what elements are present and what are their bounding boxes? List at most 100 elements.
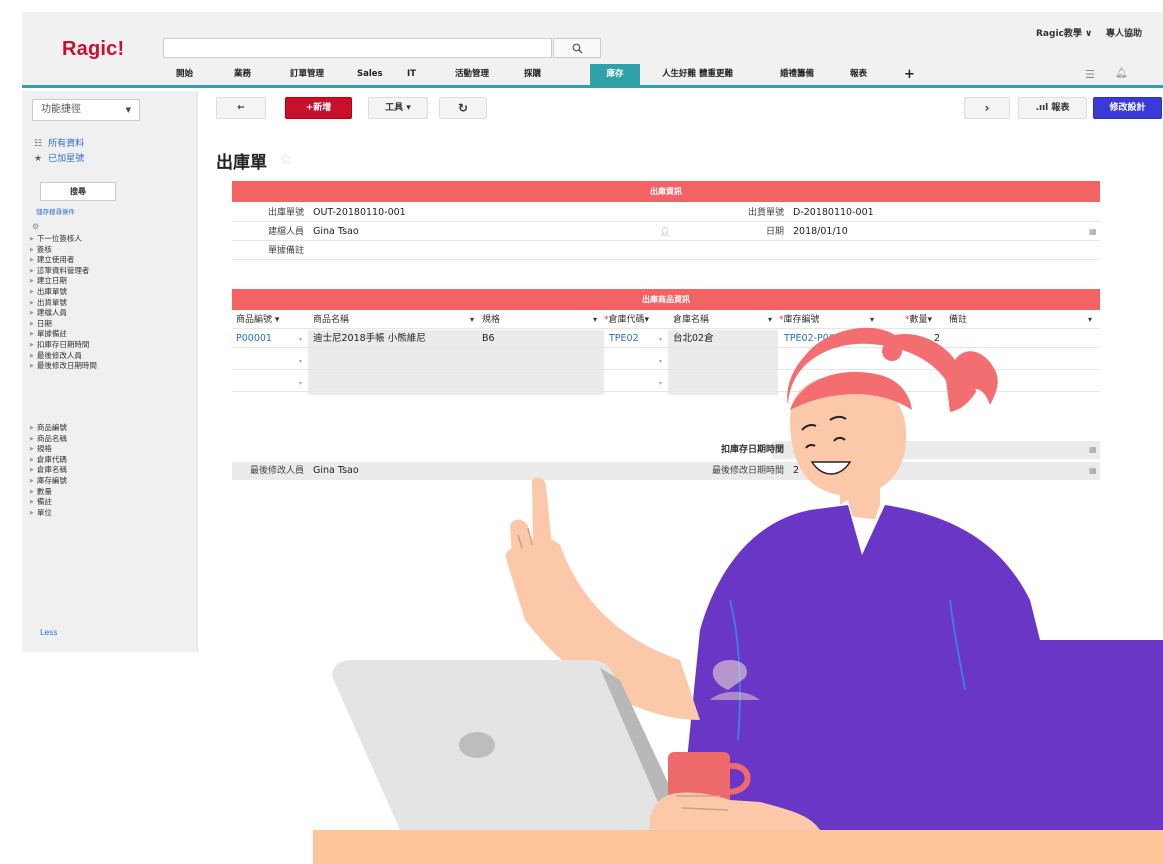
wh-code-cell[interactable]: TPE02 [609, 330, 639, 348]
date-field[interactable]: 2018/01/10 [793, 223, 848, 241]
col-item-name[interactable]: 商品名稱 [313, 311, 349, 329]
col-qty[interactable]: *數量▾ [905, 311, 932, 329]
bell-icon[interactable]: 🔔︎ [1115, 68, 1128, 79]
sidebar-field-item[interactable]: ▶ 庫存編號 [30, 476, 67, 487]
sidebar-field-item[interactable]: ▶ 單位 [30, 508, 67, 519]
chevron-down-icon[interactable]: ▾ [768, 311, 772, 329]
tab-orders[interactable]: 訂單管理 [290, 64, 324, 85]
note-field[interactable] [313, 242, 1093, 260]
sidebar-field-item[interactable]: ▶ 商品編號 [30, 423, 67, 434]
tab-purchasing[interactable]: 採購 [524, 64, 541, 85]
tools-button[interactable]: 工具 ▾ [368, 97, 428, 119]
sidebar-field-item[interactable]: ▶ 規格 [30, 444, 67, 455]
creator-field[interactable]: Gina Tsao [313, 223, 359, 241]
sidebar-field-item[interactable]: ▶ 出庫單號 [30, 287, 97, 298]
chevron-down-icon[interactable]: ▾ [659, 380, 662, 387]
ship-no-field[interactable]: D-20180110-001 [793, 204, 874, 222]
new-button[interactable]: +新增 [285, 97, 352, 119]
star-icon[interactable]: ☆ [279, 150, 292, 168]
user-icon[interactable]: 👤︎ [660, 223, 670, 241]
sidebar-field-item[interactable]: ▶ 建立使用者 [30, 255, 97, 266]
expand-arrow-icon: ▶ [30, 236, 34, 242]
col-qty-label: 數量 [909, 315, 928, 325]
sidebar-field-item[interactable]: ▶ 出貨單號 [30, 298, 97, 309]
chevron-down-icon[interactable]: ▾ [299, 380, 302, 387]
chevron-down-icon[interactable]: ▾ [874, 336, 877, 343]
back-button[interactable]: ← [216, 97, 266, 119]
col-wh-code[interactable]: *倉庫代碼▾ [604, 311, 649, 329]
sidebar-field-item[interactable]: ▶ 下一位簽核人 [30, 234, 97, 245]
tab-wedding[interactable]: 婚禮籌備 [780, 64, 814, 85]
report-button[interactable]: .ııl 報表 [1018, 97, 1087, 119]
list-icon[interactable]: ☰ [1085, 68, 1095, 81]
save-search-link[interactable]: 儲存搜尋條件 [36, 206, 75, 216]
sidebar-field-item[interactable]: ▶ 單據備註 [30, 329, 97, 340]
tab-events[interactable]: 活動管理 [455, 64, 489, 85]
col-spec[interactable]: 規格 [482, 311, 500, 329]
table-row[interactable]: ▾ ▾ [232, 374, 1100, 392]
out-no-field[interactable]: OUT-20180110-001 [313, 204, 406, 222]
starred-link[interactable]: ★ 已加星號 [34, 151, 84, 164]
account-menu[interactable]: Ragic教學 ∨ [1036, 26, 1092, 39]
col-wh-name[interactable]: 倉庫名稱 [673, 311, 709, 329]
expand-arrow-icon: ▶ [30, 299, 34, 306]
sidebar-field-item[interactable]: ▶ 最後修改人員 [30, 351, 97, 362]
sidebar-field-item[interactable]: ▶ 商品名稱 [30, 434, 67, 445]
sidebar-field-item[interactable]: ▶ 這筆資料管理者 [30, 266, 97, 277]
tab-sales[interactable]: Sales [357, 64, 383, 85]
sidebar-field-item[interactable]: ▶ 數量 [30, 487, 67, 498]
top-bar: Ragic! Ragic教學 ∨ 專人協助 [22, 12, 1163, 64]
sidebar-field-item[interactable]: ▶ 倉庫代碼 [30, 455, 67, 466]
chevron-down-icon[interactable]: ▾ [659, 358, 662, 365]
sidebar-field-item[interactable]: ▶ 簽核 [30, 245, 97, 256]
search-button[interactable]: 搜尋 [40, 182, 116, 201]
chevron-down-icon[interactable]: ▾ [870, 311, 874, 329]
tab-it[interactable]: IT [407, 64, 416, 85]
chevron-down-icon[interactable]: ▾ [593, 311, 597, 329]
chevron-down-icon[interactable]: ▾ [299, 336, 302, 343]
sidebar-field-item[interactable]: ▶ 最後修改日期時間 [30, 361, 97, 372]
chevron-down-icon[interactable]: ▾ [299, 358, 302, 365]
gear-icon[interactable]: ⚙ [32, 222, 39, 231]
sidebar-field-item[interactable]: ▶ 備註 [30, 497, 67, 508]
tab-start[interactable]: 開始 [176, 64, 193, 85]
form-row-modified: 最後修改人員 Gina Tsao 最後修改日期時間 2 ▦ [232, 462, 1100, 480]
tab-life[interactable]: 人生好難 體重更難 [662, 64, 733, 85]
tab-reports[interactable]: 報表 [850, 64, 867, 85]
col-stock-no[interactable]: *庫存編號 [779, 311, 820, 329]
sidebar-field-label: 建檔人員 [36, 308, 67, 318]
expand-arrow-icon: ▶ [30, 499, 34, 506]
table-row[interactable]: P00001 ▾ 迪士尼2018手帳 小熊維尼 B6 TPE02 ▾ 台北02倉… [232, 330, 1100, 348]
sidebar-field-item[interactable]: ▶ 日期 [30, 319, 97, 330]
col-note[interactable]: 備註 [949, 311, 967, 329]
chevron-down-icon[interactable]: ▾ [470, 311, 474, 329]
sidebar-field-item[interactable]: ▶ 扣庫存日期時間 [30, 340, 97, 351]
stock-no-cell[interactable]: TPE02-P00001 [784, 330, 853, 348]
quick-access-select[interactable]: 功能捷徑 ▼ [32, 99, 140, 121]
expand-arrow-icon: ▶ [30, 246, 34, 253]
col-item-no[interactable]: 商品編號 ▾ [236, 311, 279, 329]
next-button[interactable]: › [964, 97, 1010, 119]
ragic-logo[interactable]: Ragic! [62, 38, 124, 61]
all-records-link[interactable]: ☷ 所有資料 [34, 136, 84, 149]
calendar-icon: ▦ [1089, 445, 1097, 454]
sidebar-field-item[interactable]: ▶ 建立日期 [30, 276, 97, 287]
tab-inventory[interactable]: 庫存 [590, 64, 640, 85]
modify-design-button[interactable]: 修改設計 [1093, 97, 1162, 119]
sidebar-field-item[interactable]: ▶ 建檔人員 [30, 308, 97, 319]
out-no-label: 出庫單號 [267, 208, 304, 218]
refresh-button[interactable]: ↻ [439, 97, 487, 119]
search-input[interactable] [163, 38, 552, 58]
chevron-down-icon[interactable]: ▾ [1088, 311, 1092, 329]
chevron-down-icon[interactable]: ▾ [659, 336, 662, 343]
calendar-icon[interactable]: ▦ [1089, 223, 1097, 241]
table-row[interactable]: ▾ ▾ [232, 352, 1100, 370]
help-link[interactable]: 專人協助 [1106, 26, 1142, 39]
tab-business[interactable]: 業務 [234, 64, 251, 85]
qty-cell[interactable]: 2 [934, 330, 940, 348]
sidebar-field-item[interactable]: ▶ 倉庫名稱 [30, 465, 67, 476]
less-link[interactable]: Less [40, 628, 58, 637]
add-tab-button[interactable]: + [904, 64, 915, 85]
item-no-cell[interactable]: P00001 [236, 330, 272, 348]
search-icon[interactable] [553, 38, 601, 58]
